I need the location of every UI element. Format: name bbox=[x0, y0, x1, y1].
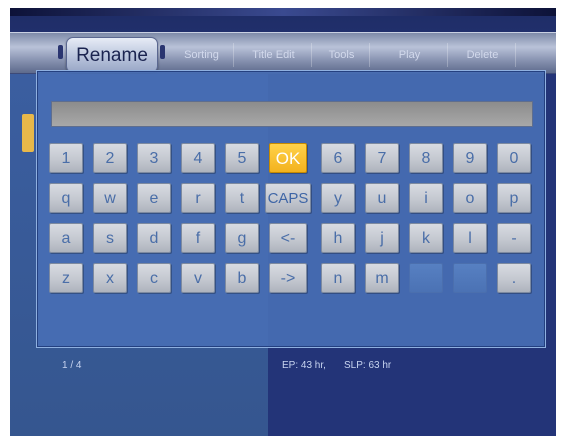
tab-delete[interactable]: Delete bbox=[450, 43, 516, 67]
list-selection-marker bbox=[22, 114, 34, 152]
key-f[interactable]: f bbox=[181, 223, 215, 253]
key-x[interactable]: x bbox=[93, 263, 127, 293]
key-2[interactable]: 2 bbox=[93, 143, 127, 173]
rename-input-field[interactable] bbox=[51, 101, 533, 127]
tab-sorting[interactable]: Sorting bbox=[170, 43, 234, 67]
key-y[interactable]: y bbox=[321, 183, 355, 213]
key-blank-1[interactable] bbox=[409, 263, 443, 293]
key-o[interactable]: o bbox=[453, 183, 487, 213]
rename-keyboard-dialog: 1 2 3 4 5 OK 6 7 8 9 0 q w e r t CAPS y … bbox=[36, 70, 546, 348]
key-d[interactable]: d bbox=[137, 223, 171, 253]
key-backspace[interactable]: <- bbox=[269, 223, 307, 253]
key-n[interactable]: n bbox=[321, 263, 355, 293]
tab-title-edit[interactable]: Title Edit bbox=[236, 43, 312, 67]
key-w[interactable]: w bbox=[93, 183, 127, 213]
key-m[interactable]: m bbox=[365, 263, 399, 293]
key-t[interactable]: t bbox=[225, 183, 259, 213]
slp-remaining: SLP: 63 hr bbox=[344, 360, 392, 371]
key-i[interactable]: i bbox=[409, 183, 443, 213]
tab-tools[interactable]: Tools bbox=[314, 43, 370, 67]
key-0[interactable]: 0 bbox=[497, 143, 531, 173]
key-s[interactable]: s bbox=[93, 223, 127, 253]
key-u[interactable]: u bbox=[365, 183, 399, 213]
key-r[interactable]: r bbox=[181, 183, 215, 213]
page-indicator: 1 / 4 bbox=[62, 360, 82, 371]
key-caps[interactable]: CAPS bbox=[265, 183, 311, 213]
tab-bar: Rename Sorting Title Edit Tools Play Del… bbox=[10, 32, 556, 74]
key-dash[interactable]: - bbox=[497, 223, 531, 253]
key-v[interactable]: v bbox=[181, 263, 215, 293]
tab-play[interactable]: Play bbox=[372, 43, 448, 67]
key-4[interactable]: 4 bbox=[181, 143, 215, 173]
key-cursor-right[interactable]: -> bbox=[269, 263, 307, 293]
key-1[interactable]: 1 bbox=[49, 143, 83, 173]
key-3[interactable]: 3 bbox=[137, 143, 171, 173]
tab-rename[interactable]: Rename bbox=[66, 37, 158, 73]
key-q[interactable]: q bbox=[49, 183, 83, 213]
key-j[interactable]: j bbox=[365, 223, 399, 253]
ep-remaining: EP: 43 hr, bbox=[282, 360, 326, 371]
key-7[interactable]: 7 bbox=[365, 143, 399, 173]
key-l[interactable]: l bbox=[453, 223, 487, 253]
key-c[interactable]: c bbox=[137, 263, 171, 293]
key-g[interactable]: g bbox=[225, 223, 259, 253]
key-p[interactable]: p bbox=[497, 183, 531, 213]
key-b[interactable]: b bbox=[225, 263, 259, 293]
key-k[interactable]: k bbox=[409, 223, 443, 253]
key-z[interactable]: z bbox=[49, 263, 83, 293]
tv-screen: Rename Sorting Title Edit Tools Play Del… bbox=[10, 8, 556, 436]
key-a[interactable]: a bbox=[49, 223, 83, 253]
tab-notch-right bbox=[160, 45, 165, 59]
key-8[interactable]: 8 bbox=[409, 143, 443, 173]
key-9[interactable]: 9 bbox=[453, 143, 487, 173]
key-h[interactable]: h bbox=[321, 223, 355, 253]
tab-notch-left bbox=[58, 45, 63, 59]
top-bar bbox=[10, 8, 556, 16]
key-e[interactable]: e bbox=[137, 183, 171, 213]
key-period[interactable]: . bbox=[497, 263, 531, 293]
key-blank-2[interactable] bbox=[453, 263, 487, 293]
key-6[interactable]: 6 bbox=[321, 143, 355, 173]
key-ok[interactable]: OK bbox=[269, 143, 307, 173]
key-5[interactable]: 5 bbox=[225, 143, 259, 173]
